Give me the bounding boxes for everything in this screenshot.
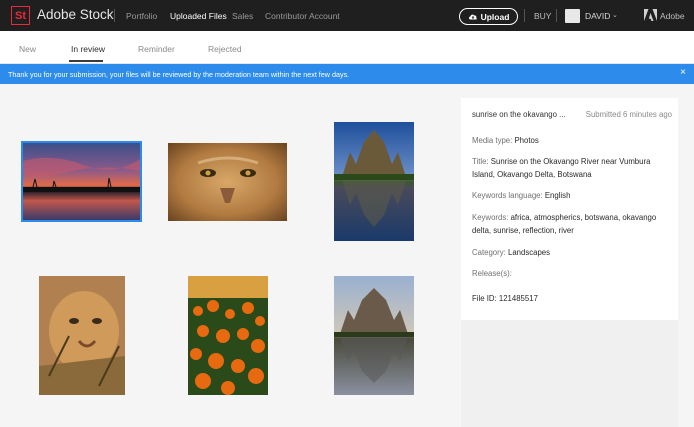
adobe-link[interactable]: Adobe [660, 11, 685, 21]
chevron-down-icon[interactable]: ⌄ [612, 11, 618, 19]
nav-contributor-account[interactable]: Contributor Account [265, 11, 340, 21]
details-header: sunrise on the okavango ... Submitted 6 … [472, 110, 672, 119]
close-icon[interactable]: × [680, 67, 686, 78]
file-name: sunrise on the okavango ... [472, 110, 566, 119]
banner-message: Thank you for your submission, your file… [8, 69, 350, 79]
user-menu[interactable]: DAVID [585, 11, 610, 21]
temple-reflection-image [334, 122, 414, 241]
title-value: Sunrise on the Okavango River near Vumbu… [472, 157, 651, 179]
sunset-river-image [23, 143, 140, 220]
avatar[interactable] [565, 9, 580, 23]
file-id-row: File ID: 121485517 [472, 294, 538, 303]
file-details-panel: sunrise on the okavango ... Submitted 6 … [461, 98, 678, 320]
nav-portfolio[interactable]: Portfolio [126, 11, 157, 21]
details-panel-footer [461, 320, 678, 427]
keywords-language-value: English [544, 191, 571, 200]
review-tabs: New In review Reminder Rejected [0, 31, 694, 64]
temple-dusk-image [334, 276, 414, 395]
buy-link[interactable]: BUY [534, 11, 551, 21]
upload-label: Upload [480, 11, 510, 22]
thumbnail-angkor-reflection[interactable] [334, 276, 414, 395]
tab-rejected[interactable]: Rejected [208, 44, 242, 54]
submitted-time: Submitted 6 minutes ago [585, 110, 672, 119]
adobe-logo-icon[interactable] [644, 9, 657, 21]
category-value: Landscapes [507, 248, 551, 257]
keywords-row: Keywords: africa, atmospherics, botswana… [472, 213, 657, 235]
thumbnail-lion-cub[interactable] [39, 276, 125, 395]
tab-reminder[interactable]: Reminder [138, 44, 175, 54]
cloud-upload-icon [468, 14, 477, 19]
category-row: Category: Landscapes [472, 248, 551, 257]
submission-banner: Thank you for your submission, your file… [0, 64, 694, 84]
nav-divider [556, 9, 557, 22]
title-row: Title: Sunrise on the Okavango River nea… [472, 157, 651, 179]
marigold-field-image [188, 276, 268, 395]
brand-name[interactable]: Adobe Stock [37, 7, 114, 22]
nav-divider [524, 9, 525, 22]
thumbnail-okavango-sunrise[interactable] [21, 141, 142, 222]
nav-uploaded-files[interactable]: Uploaded Files [170, 11, 227, 21]
nav-sales[interactable]: Sales [232, 11, 253, 21]
top-nav-bar: St Adobe Stock Portfolio Uploaded Files … [0, 0, 694, 31]
thumbnail-marigolds[interactable] [188, 276, 268, 395]
lion-image [168, 143, 287, 221]
media-type-value: Photos [514, 136, 539, 145]
nav-divider [114, 9, 115, 22]
thumbnail-angkor-wat[interactable] [334, 122, 414, 241]
thumbnail-lion[interactable] [168, 143, 287, 221]
tab-in-review[interactable]: In review [71, 44, 105, 54]
file-id-value: 121485517 [498, 294, 538, 303]
media-type-row: Media type: Photos [472, 136, 539, 145]
upload-button[interactable]: Upload [459, 8, 518, 25]
keywords-language-row: Keywords language: English [472, 191, 571, 200]
lion-cub-image [39, 276, 125, 395]
releases-row: Release(s): [472, 269, 512, 278]
active-tab-indicator [69, 60, 103, 62]
tab-new[interactable]: New [19, 44, 36, 54]
adobe-stock-logo[interactable]: St [11, 6, 30, 25]
